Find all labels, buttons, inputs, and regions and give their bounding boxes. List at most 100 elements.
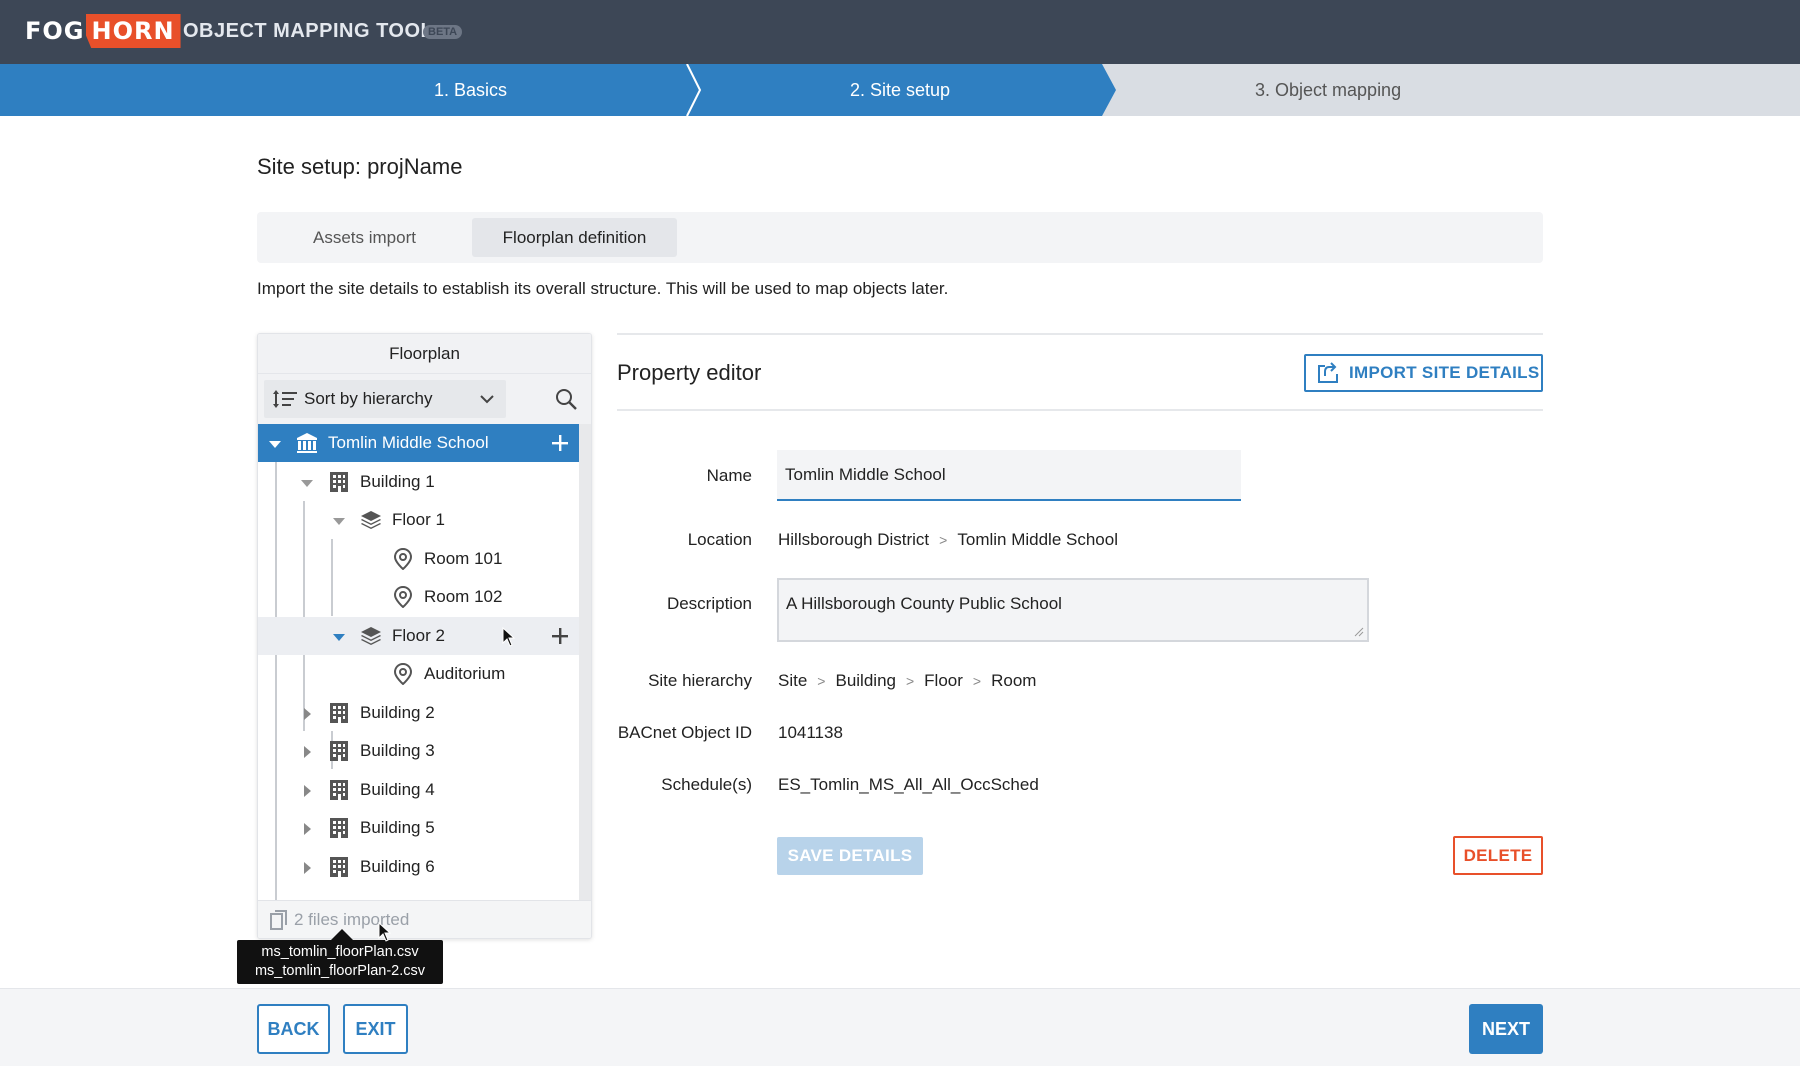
tree-item-label: Tomlin Middle School	[328, 433, 489, 452]
tree-item-label: Building 4	[360, 779, 435, 799]
step-label: 1. Basics	[434, 79, 508, 100]
layers-icon	[360, 625, 382, 647]
resize-grip-icon[interactable]	[1353, 626, 1364, 637]
step-object-mapping[interactable]: 3. Object mapping	[1116, 64, 1800, 116]
breadcrumb-separator: >	[939, 532, 948, 548]
import-site-details-label: IMPORT SITE DETAILS	[1349, 363, 1540, 382]
tree-item-label: Building 3	[360, 741, 435, 760]
tree-item-floor[interactable]: Floor 1	[258, 501, 579, 539]
location-part: Hillsborough District	[778, 530, 930, 549]
search-icon[interactable]	[554, 387, 578, 411]
import-site-details-button[interactable]: IMPORT SITE DETAILS	[1304, 354, 1543, 392]
tree-item-floor[interactable]: Floor 2	[258, 616, 579, 655]
files-imported-footer[interactable]: 2 files imported	[258, 900, 591, 938]
tree-item-building[interactable]: Building 3	[258, 732, 579, 770]
building-icon	[328, 740, 350, 762]
caret-right-icon[interactable]	[300, 860, 314, 874]
upload-icon	[1318, 362, 1338, 383]
breadcrumb-separator: >	[972, 673, 982, 689]
site-hierarchy-label: Site hierarchy	[648, 671, 752, 690]
chevron-down-icon	[480, 395, 494, 404]
mouse-cursor-icon	[378, 922, 392, 942]
next-button[interactable]: NEXT	[1469, 1004, 1543, 1054]
caret-right-icon[interactable]	[300, 783, 314, 797]
caret-right-icon[interactable]	[300, 744, 314, 758]
tree-item-label: Building 1	[360, 471, 435, 491]
tab-floorplan-definition[interactable]: Floorplan definition	[472, 218, 677, 257]
step-site-setup[interactable]: 2. Site setup	[686, 64, 1116, 116]
divider	[617, 409, 1543, 411]
page-title: Site setup: projName	[257, 154, 463, 179]
add-child-icon[interactable]	[550, 626, 570, 646]
property-editor-title: Property editor	[617, 360, 762, 385]
tree-item-building[interactable]: Building 4	[258, 771, 579, 809]
bacnet-label: BACnet Object ID	[617, 723, 752, 742]
caret-down-icon[interactable]	[268, 436, 282, 450]
intro-text: Import the site details to establish its…	[257, 279, 949, 298]
building-icon	[328, 702, 350, 724]
caret-down-icon[interactable]	[300, 475, 314, 489]
files-tooltip: ms_tomlin_floorPlan.csv ms_tomlin_floorP…	[237, 940, 443, 984]
back-button[interactable]: BACK	[257, 1004, 330, 1054]
app-title: OBJECT MAPPING TOOL	[183, 20, 434, 42]
tree-item-label: Room 102	[424, 587, 503, 606]
description-textarea[interactable]: A Hillsborough County Public School	[777, 578, 1369, 642]
tree-item-room[interactable]: Auditorium	[258, 655, 579, 693]
footer-bar: BACK EXIT NEXT	[0, 988, 1800, 1066]
floorplan-toolbar: Sort by hierarchy	[258, 374, 591, 424]
foghorn-logo[interactable]: FOG HORN	[25, 13, 181, 49]
progress-stepper: 1. Basics 2. Site setup 3. Object mappin…	[0, 64, 1800, 116]
tree-item-room[interactable]: Room 102	[258, 578, 579, 616]
tab-assets-import[interactable]: Assets import	[257, 218, 472, 257]
building-icon	[328, 817, 350, 839]
tree-item-label: Building 5	[360, 818, 435, 837]
schedules-label: Schedule(s)	[661, 775, 752, 794]
step-basics[interactable]: 1. Basics	[0, 64, 700, 116]
tree-item-building[interactable]: Building 6	[258, 848, 579, 886]
hierarchy-part: Site	[778, 671, 808, 690]
tree-item-building[interactable]: Building 1	[258, 463, 579, 501]
tree-item-label: Auditorium	[424, 664, 506, 683]
sort-select[interactable]: Sort by hierarchy	[264, 380, 506, 418]
tree-item-label: Room 101	[424, 548, 503, 568]
sort-icon	[273, 390, 297, 408]
exit-button[interactable]: EXIT	[343, 1004, 408, 1054]
logo-text-fog: FOG	[25, 17, 85, 45]
location-part: Tomlin Middle School	[957, 530, 1118, 549]
floorplan-panel: Floorplan Sort by hierarchy Tomlin Middl…	[257, 333, 592, 939]
tree-item-site[interactable]: Tomlin Middle School	[258, 424, 579, 462]
caret-right-icon[interactable]	[300, 821, 314, 835]
add-child-icon[interactable]	[550, 433, 570, 453]
schedules-value: ES_Tomlin_MS_All_All_OccSched	[778, 775, 1039, 794]
site-hierarchy-breadcrumb: Site > Building > Floor > Room	[778, 671, 1036, 691]
sort-select-value: Sort by hierarchy	[304, 389, 433, 408]
description-label: Description	[666, 594, 752, 613]
step-label: 2. Site setup	[850, 79, 951, 100]
tree-item-label: Floor 1	[392, 510, 445, 529]
tree-item-label: Floor 2	[392, 625, 445, 645]
location-pin-icon	[392, 662, 414, 686]
breadcrumb-separator: >	[817, 673, 826, 689]
floorplan-tree: Tomlin Middle School Building 1 Floor 1 Roo…	[258, 424, 591, 900]
name-input[interactable]	[777, 450, 1241, 501]
layers-icon	[360, 509, 382, 531]
caret-down-icon[interactable]	[332, 629, 346, 643]
caret-right-icon[interactable]	[300, 706, 314, 720]
tooltip-file: ms_tomlin_floorPlan-2.csv	[254, 963, 426, 979]
tree-item-room[interactable]: Room 101	[258, 540, 579, 578]
tree-item-label: Building 2	[360, 702, 435, 722]
bacnet-value: 1041138	[778, 723, 843, 742]
floorplan-title: Floorplan	[258, 334, 591, 374]
hierarchy-part: Building	[835, 671, 896, 690]
tree-item-building[interactable]: Building 5	[258, 809, 579, 847]
save-details-button[interactable]: SAVE DETAILS	[777, 837, 923, 875]
location-pin-icon	[392, 547, 414, 570]
tree-item-building[interactable]: Building 2	[258, 694, 579, 732]
delete-button[interactable]: DELETE	[1453, 836, 1543, 875]
caret-down-icon[interactable]	[332, 513, 346, 527]
app-header: FOG HORN OBJECT MAPPING TOOL BETA	[0, 0, 1800, 64]
tree-scrollbar[interactable]	[579, 424, 591, 900]
location-breadcrumb: Hillsborough District > Tomlin Middle Scho…	[778, 530, 1118, 550]
files-icon	[270, 909, 287, 930]
mouse-cursor-icon	[502, 626, 516, 652]
